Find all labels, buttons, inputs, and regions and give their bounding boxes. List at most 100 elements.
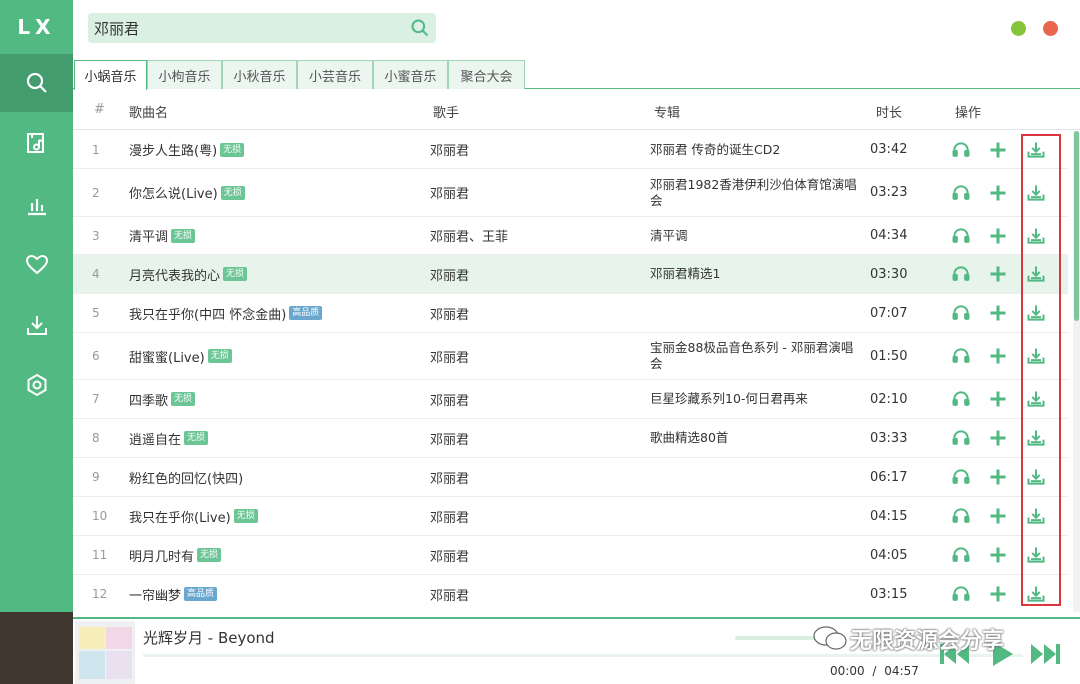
volume-slider[interactable] (735, 636, 820, 640)
nav-download[interactable] (0, 296, 73, 354)
headphones-icon (952, 348, 970, 363)
table-row[interactable]: 10 我只在乎你(Live) 无损 邓丽君 04:15 (73, 497, 1068, 536)
table-row[interactable]: 4 月亮代表我的心 无损 邓丽君 邓丽君精选1 03:30 (73, 255, 1068, 294)
download-button[interactable] (1026, 545, 1046, 565)
song-name-cell[interactable]: 月亮代表我的心 无损 (129, 255, 248, 293)
download-button[interactable] (1026, 428, 1046, 448)
table-row[interactable]: 6 甜蜜蜜(Live) 无损 邓丽君 宝丽金88极品音色系列 - 邓丽君演唱会 01:50 (73, 333, 1068, 380)
quality-badge: 高品质 (289, 306, 323, 320)
song-name-cell[interactable]: 漫步人生路(粤) 无损 (129, 131, 245, 168)
next-button[interactable] (1029, 641, 1061, 667)
song-name-cell[interactable]: 我只在乎你(Live) 无损 (129, 497, 258, 535)
tab-source-1[interactable]: 小蜗音乐 (74, 60, 147, 90)
nav-songlist[interactable] (0, 114, 73, 172)
header-num: # (94, 102, 105, 117)
song-name-cell[interactable]: 一帘幽梦 高品质 (129, 575, 218, 612)
add-to-list-button[interactable] (988, 226, 1008, 246)
download-button[interactable] (1026, 467, 1046, 487)
table-row[interactable]: 7 四季歌 无损 邓丽君 巨星珍藏系列10-何日君再来 02:10 (73, 380, 1068, 419)
table-row[interactable]: 2 你怎么说(Live) 无损 邓丽君 邓丽君1982香港伊利沙伯体育馆演唱会 03:23 (73, 169, 1068, 217)
search-box[interactable] (88, 13, 436, 43)
table-row[interactable]: 1 漫步人生路(粤) 无损 邓丽君 邓丽君 传奇的诞生CD2 03:42 (73, 131, 1068, 169)
song-name-cell[interactable]: 清平调 无损 (129, 217, 196, 254)
add-to-list-button[interactable] (988, 506, 1008, 526)
chart-bars-icon (27, 199, 46, 216)
add-to-list-button[interactable] (988, 467, 1008, 487)
add-to-list-button[interactable] (988, 545, 1008, 565)
song-name-cell[interactable]: 我只在乎你(中四 怀念金曲) 高品质 (129, 294, 323, 332)
row-number: 5 (92, 306, 100, 320)
table-row[interactable]: 3 清平调 无损 邓丽君、王菲 清平调 04:34 (73, 217, 1068, 255)
add-to-list-button[interactable] (988, 389, 1008, 409)
nav-leaderboard[interactable] (0, 176, 73, 234)
listen-button[interactable] (951, 346, 971, 366)
song-name-cell[interactable]: 逍遥自在 无损 (129, 419, 209, 457)
nav-favorites[interactable] (0, 236, 73, 294)
plus-icon (990, 142, 1006, 157)
album-cover[interactable] (75, 621, 135, 684)
download-button[interactable] (1026, 226, 1046, 246)
close-button[interactable] (1043, 21, 1058, 36)
tab-source-3[interactable]: 小秋音乐 (222, 60, 297, 89)
add-to-list-button[interactable] (988, 183, 1008, 203)
nav-settings[interactable] (0, 356, 73, 414)
row-number: 3 (92, 228, 100, 243)
listen-button[interactable] (951, 506, 971, 526)
download-button[interactable] (1026, 303, 1046, 323)
add-to-list-button[interactable] (988, 140, 1008, 160)
add-to-list-button[interactable] (988, 346, 1008, 366)
song-name-cell[interactable]: 你怎么说(Live) 无损 (129, 169, 245, 216)
minimize-button[interactable] (1011, 21, 1026, 36)
quality-badge: 无损 (171, 392, 196, 406)
search-icon[interactable] (410, 18, 430, 38)
download-button[interactable] (1026, 183, 1046, 203)
table-header: # 歌曲名 歌手 专辑 时长 操作 (73, 90, 1080, 130)
listen-button[interactable] (951, 140, 971, 160)
listen-button[interactable] (951, 428, 971, 448)
row-actions (951, 380, 1061, 418)
download-button[interactable] (1026, 140, 1046, 160)
listen-button[interactable] (951, 389, 971, 409)
song-name-cell[interactable]: 明月几时有 无损 (129, 536, 222, 574)
listen-button[interactable] (951, 226, 971, 246)
song-name-cell[interactable]: 粉红色的回忆(快四) (129, 458, 243, 496)
table-row[interactable]: 11 明月几时有 无损 邓丽君 04:05 (73, 536, 1068, 575)
song-name-cell[interactable]: 甜蜜蜜(Live) 无损 (129, 333, 232, 379)
table-row[interactable]: 9 粉红色的回忆(快四) 邓丽君 06:17 (73, 458, 1068, 497)
search-input[interactable] (94, 13, 394, 43)
settings-hexagon-icon (27, 373, 46, 397)
song-name-cell[interactable]: 四季歌 无损 (129, 380, 196, 418)
table-row[interactable]: 8 逍遥自在 无损 邓丽君 歌曲精选80首 03:33 (73, 419, 1068, 458)
listen-button[interactable] (951, 264, 971, 284)
download-button[interactable] (1026, 506, 1046, 526)
tab-source-6[interactable]: 聚合大会 (448, 60, 525, 89)
header-name: 歌曲名 (129, 106, 169, 121)
listen-button[interactable] (951, 545, 971, 565)
tab-source-4[interactable]: 小芸音乐 (297, 60, 373, 89)
skip-next-icon (1031, 644, 1060, 664)
row-number: 4 (92, 267, 100, 281)
add-to-list-button[interactable] (988, 264, 1008, 284)
row-number: 1 (92, 142, 100, 157)
listen-button[interactable] (951, 183, 971, 203)
download-button[interactable] (1026, 389, 1046, 409)
nav-search[interactable] (0, 54, 73, 112)
tab-source-2[interactable]: 小枸音乐 (147, 60, 222, 89)
table-row[interactable]: 12 一帘幽梦 高品质 邓丽君 03:15 (73, 575, 1068, 612)
table-row[interactable]: 5 我只在乎你(中四 怀念金曲) 高品质 邓丽君 07:07 (73, 294, 1068, 333)
listen-button[interactable] (951, 303, 971, 323)
download-button[interactable] (1026, 584, 1046, 604)
add-to-list-button[interactable] (988, 303, 1008, 323)
plus-icon (990, 469, 1006, 485)
add-to-list-button[interactable] (988, 428, 1008, 448)
source-tabs: 小蜗音乐 小枸音乐 小秋音乐 小芸音乐 小蜜音乐 聚合大会 (73, 60, 1080, 90)
add-to-list-button[interactable] (988, 584, 1008, 604)
listen-button[interactable] (951, 584, 971, 604)
download-button[interactable] (1026, 264, 1046, 284)
download-button[interactable] (1026, 346, 1046, 366)
listen-button[interactable] (951, 467, 971, 487)
watermark-text: 无限资源会分享 (850, 629, 1005, 654)
song-name: 明月几时有 (129, 549, 195, 565)
tab-source-5[interactable]: 小蜜音乐 (373, 60, 448, 89)
scrollbar-thumb[interactable] (1074, 131, 1079, 321)
